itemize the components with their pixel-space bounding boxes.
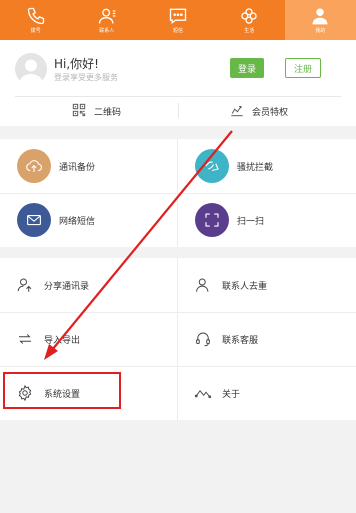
feature-label: 网络短信 xyxy=(59,216,96,227)
feature-backup[interactable]: 通讯备份 xyxy=(0,139,177,193)
divider xyxy=(178,103,179,118)
import-export-icon xyxy=(14,328,36,350)
tab-label: 生活 xyxy=(244,28,255,34)
tab-label: 联系人 xyxy=(99,28,115,34)
tool-label: 关于 xyxy=(222,389,241,400)
login-hint: 登录享受更多服务 xyxy=(54,73,118,82)
tab-sms[interactable]: 短信 xyxy=(142,0,213,40)
greeting-text: Hi,你好! xyxy=(54,57,99,71)
divider xyxy=(0,312,356,313)
login-button[interactable]: 登录 xyxy=(230,58,264,78)
tab-label: 我的 xyxy=(315,28,326,34)
cloud-upload-icon xyxy=(17,149,51,183)
tab-contacts[interactable]: 联系人 xyxy=(71,0,142,40)
tab-label: 短信 xyxy=(173,28,184,34)
dedupe-contacts-icon xyxy=(192,274,214,296)
person-icon xyxy=(310,6,330,26)
tab-mine[interactable]: 我的 xyxy=(284,0,356,40)
tool-about[interactable]: 关于 xyxy=(178,366,355,420)
top-tab-bar: 拨号 联系人 短信 生活 我的 xyxy=(0,0,356,40)
tool-customer-service[interactable]: 联系客服 xyxy=(178,312,355,366)
feature-label: 骚扰拦截 xyxy=(237,162,274,173)
headset-icon xyxy=(192,328,214,350)
tool-label: 联系人去重 xyxy=(222,281,268,292)
settings-gear-icon xyxy=(14,382,36,404)
divider xyxy=(177,258,178,420)
qr-code-link[interactable]: 二维码 xyxy=(72,102,121,120)
feature-scan[interactable]: 扫一扫 xyxy=(178,193,355,247)
tab-life[interactable]: 生活 xyxy=(214,0,285,40)
crown-chart-icon xyxy=(230,103,252,120)
feature-label: 扫一扫 xyxy=(237,216,265,227)
envelope-icon xyxy=(17,203,51,237)
phone-icon xyxy=(26,6,46,26)
feature-network-sms[interactable]: 网络短信 xyxy=(0,193,177,247)
share-contacts-icon xyxy=(14,274,36,296)
feature-harassment-block[interactable]: 骚扰拦截 xyxy=(178,139,355,193)
register-button[interactable]: 注册 xyxy=(285,58,321,78)
app-root: 拨号 联系人 短信 生活 我的 Hi,你好! 登录享受更多服务 登录 注册 二维… xyxy=(0,0,356,513)
vip-privileges-label: 会员特权 xyxy=(252,107,289,118)
tool-label: 联系客服 xyxy=(222,335,259,346)
tool-import-export[interactable]: 导入导出 xyxy=(0,312,177,366)
about-icon xyxy=(192,382,214,404)
scan-icon xyxy=(195,203,229,237)
tool-label: 分享通讯录 xyxy=(44,281,90,292)
qr-code-icon xyxy=(72,103,94,120)
tool-label: 导入导出 xyxy=(44,335,81,346)
features-section: 通讯备份 骚扰拦截 网络短信 扫一扫 xyxy=(0,139,356,247)
feature-label: 通讯备份 xyxy=(59,162,96,173)
divider xyxy=(0,193,356,194)
sms-icon xyxy=(168,6,188,26)
divider xyxy=(0,366,356,367)
qr-code-label: 二维码 xyxy=(94,107,122,118)
shield-block-icon xyxy=(195,149,229,183)
tool-dedupe-contacts[interactable]: 联系人去重 xyxy=(178,258,355,312)
divider xyxy=(15,96,341,97)
tool-system-settings[interactable]: 系统设置 xyxy=(0,366,177,420)
tab-label: 拨号 xyxy=(30,28,41,34)
clover-icon xyxy=(239,6,259,26)
user-panel: Hi,你好! 登录享受更多服务 登录 注册 二维码 会员特权 xyxy=(0,40,356,126)
tool-share-contacts[interactable]: 分享通讯录 xyxy=(0,258,177,312)
tool-label: 系统设置 xyxy=(44,389,81,400)
vip-privileges-link[interactable]: 会员特权 xyxy=(230,102,288,120)
tools-section: 分享通讯录 联系人去重 导入导出 联系客服 系统设置 关于 xyxy=(0,258,356,420)
contacts-icon xyxy=(97,6,117,26)
avatar[interactable] xyxy=(15,53,47,85)
tab-dialer[interactable]: 拨号 xyxy=(0,0,71,40)
